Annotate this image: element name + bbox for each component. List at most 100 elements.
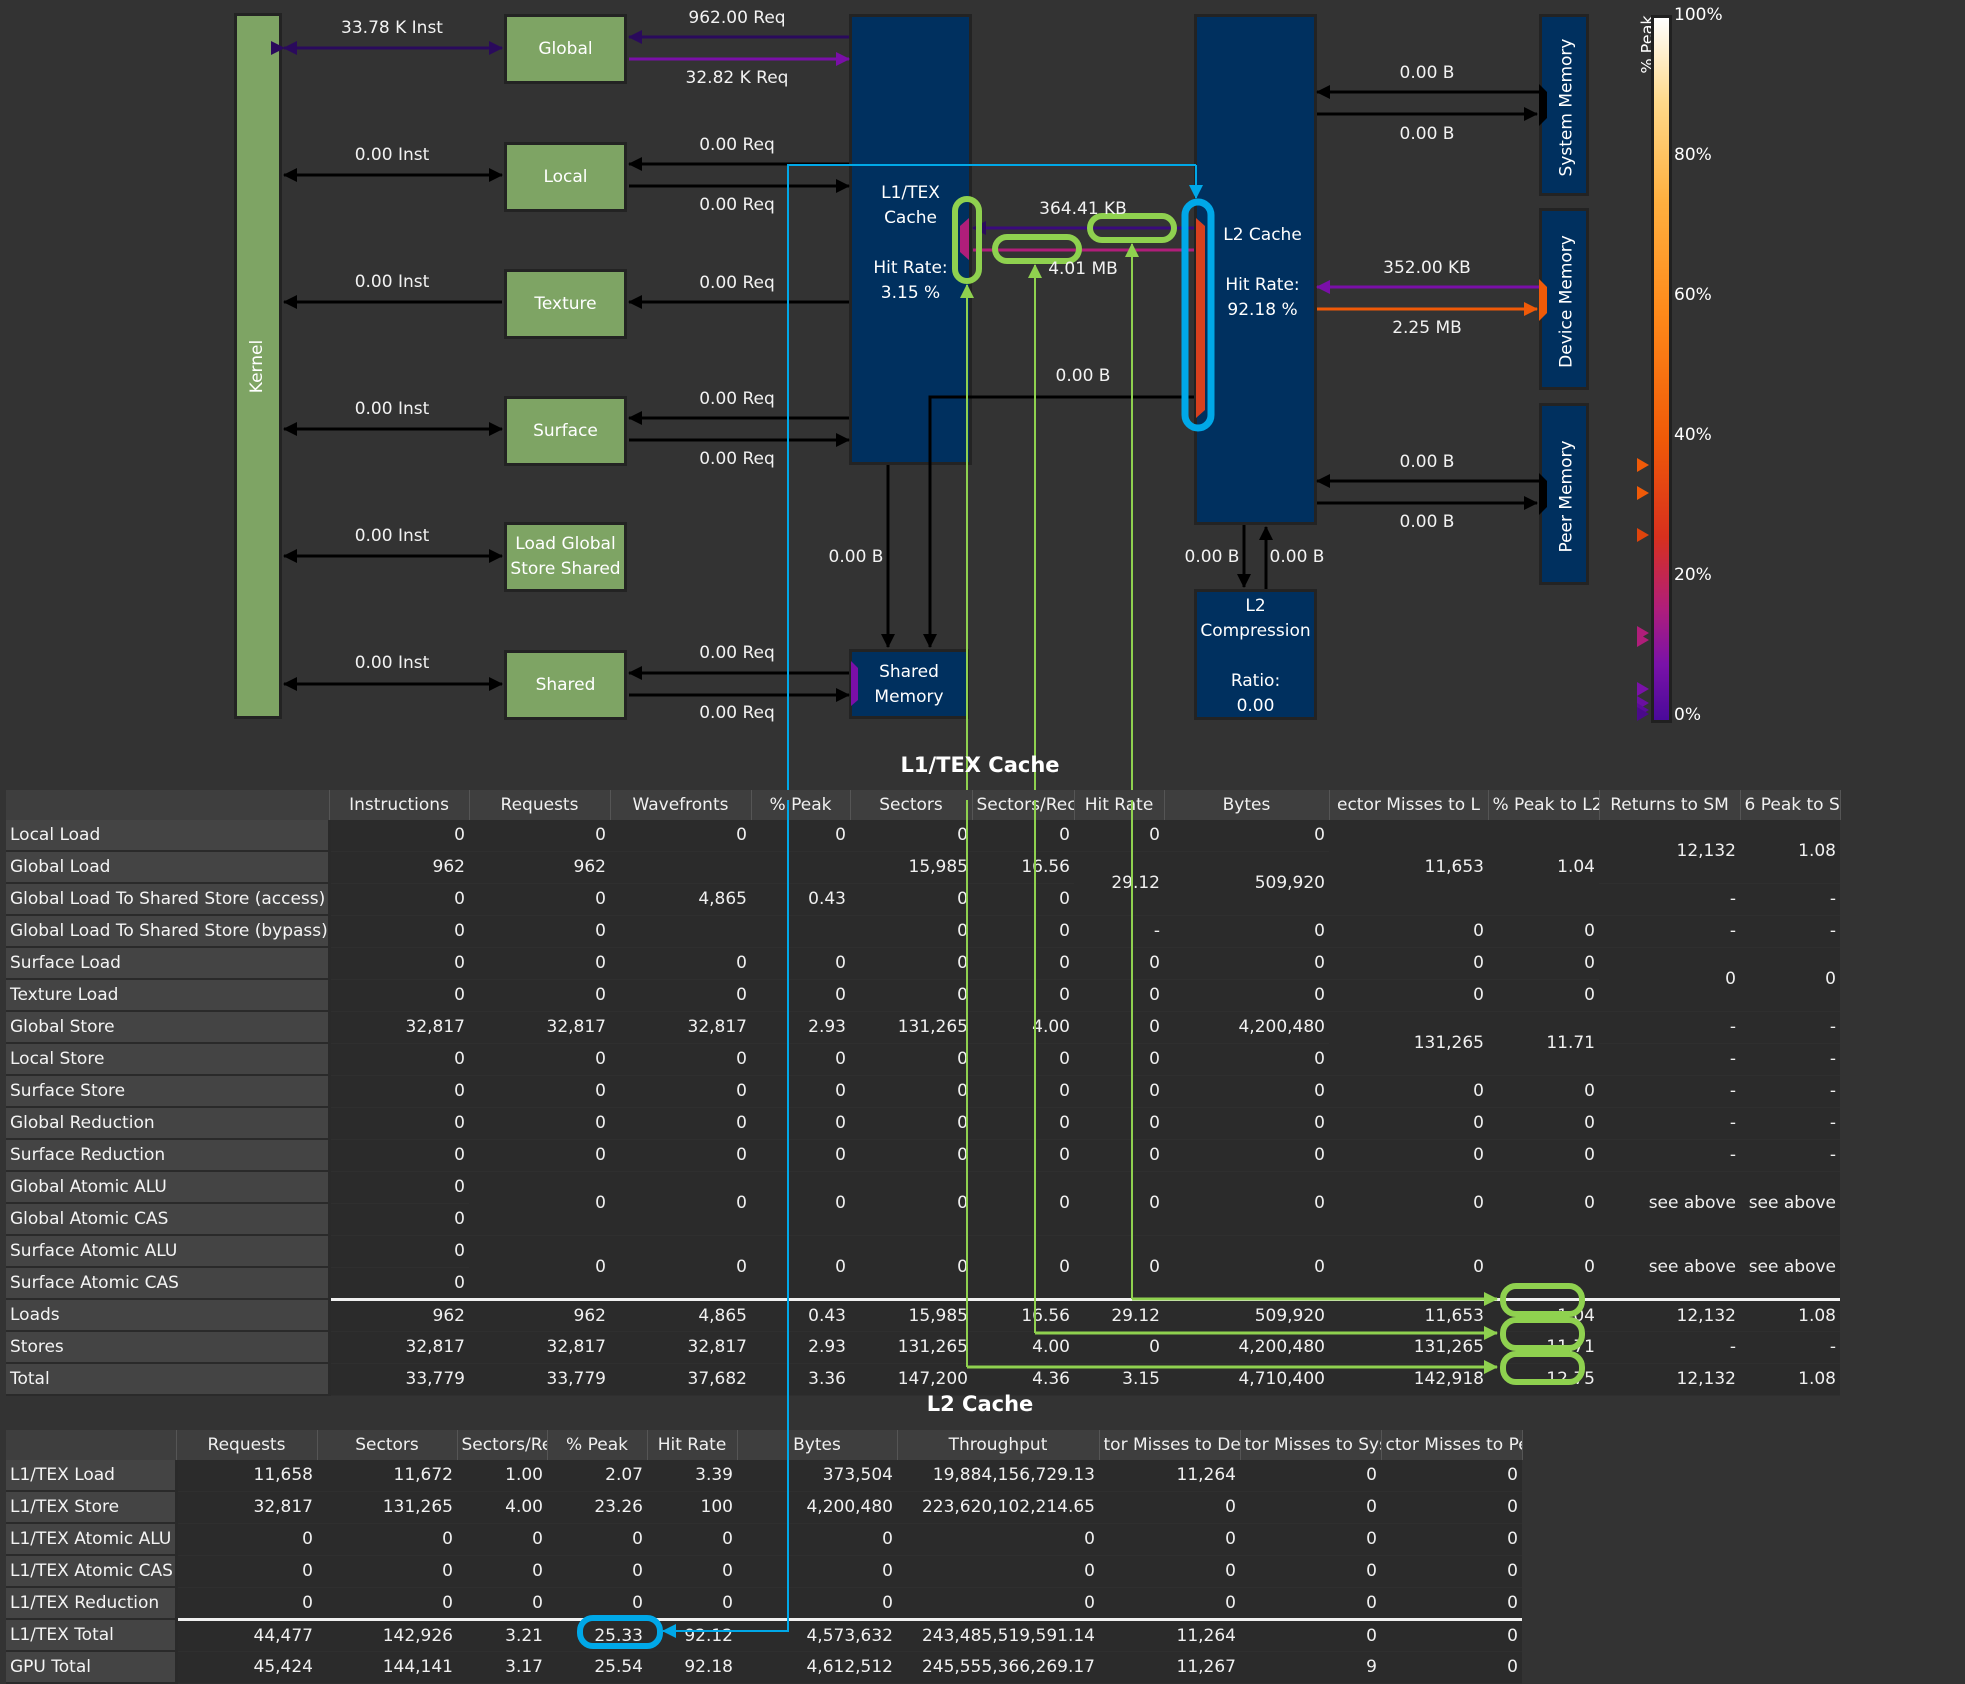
table-row[interactable]: Surface Reduction 0 0 0 0 0 0 0 0 0 0- - (6, 1139, 1840, 1172)
column-header[interactable]: Sectors (850, 790, 973, 820)
table-cell: 0 (1488, 1107, 1599, 1140)
table-row[interactable]: L1/TEX Atomic CAS 0 0 0 0 0 0 0 0 0 0 (6, 1555, 1522, 1588)
column-header[interactable]: tor Misses to Sys (1240, 1430, 1382, 1460)
column-header[interactable]: 6 Peak to SM (1740, 790, 1841, 820)
table-cell: 32,817 (329, 1011, 469, 1044)
table-cell: 1.08 (1740, 1363, 1840, 1396)
table-row[interactable]: Total 33,779 33,779 37,682 3.36 147,200 4.36 3.… (6, 1363, 1840, 1396)
table-row[interactable]: Local Load 0 0 0 0 0 0 0 0 11,653 1.04 12,132 1.08 (6, 820, 1840, 916)
table-cell: 3.39 (647, 1460, 737, 1492)
column-header[interactable]: % Peak to L2 (1488, 790, 1600, 820)
column-header[interactable]: tor Misses to Dev (1099, 1430, 1241, 1460)
table-row[interactable]: Global Store 32,817 32,817 32,817 2.93 131,26… (6, 1011, 1840, 1076)
table-cell: 0 (647, 1523, 737, 1556)
table-cell: 0 (1099, 1491, 1240, 1524)
table-cell: 1.04 (1488, 1297, 1599, 1332)
table-cell: 0 (1329, 915, 1488, 948)
table-cell (751, 915, 850, 948)
table-row[interactable]: Surface Store 0 0 0 0 0 0 0 0 0 0- - (6, 1075, 1840, 1108)
table-row[interactable]: L1/TEX Reduction 0 0 0 0 0 0 0 0 0 0 (6, 1587, 1522, 1620)
shared-req-in: 0.00 Req (699, 643, 775, 663)
table-cell: 0 (1599, 947, 1740, 1012)
row-header: Global Load To Shared Store (bypass) (6, 915, 331, 948)
column-header[interactable]: Sectors/Rec (972, 790, 1075, 820)
table-cell: 0 (1074, 1107, 1164, 1140)
table-cell: 0 (1740, 947, 1840, 1012)
table-cell: 0 (1488, 1235, 1599, 1300)
table-cell: 0 (972, 1139, 1074, 1172)
table-cell: 0 (751, 947, 850, 980)
column-header[interactable]: ector Misses to L (1329, 790, 1489, 820)
column-header[interactable]: Hit Rate (1074, 790, 1165, 820)
table-row[interactable]: L1/TEX Atomic ALU 0 0 0 0 0 0 0 0 0 0 (6, 1523, 1522, 1556)
system-memory-write: 0.00 B (1399, 124, 1455, 144)
column-header[interactable]: Sectors/Rec (457, 1430, 548, 1460)
table-cell: 0 (547, 1555, 647, 1588)
table-row[interactable]: Texture Load 0 0 0 0 0 0 0 0 0 0 (6, 979, 1840, 1012)
table-cell: - (1599, 915, 1740, 948)
table-cell: 0 (329, 1235, 469, 1268)
table-cell: 0 (1074, 1011, 1164, 1044)
column-header[interactable]: Returns to SM (1599, 790, 1741, 820)
shared-inst-label: 0.00 Inst (354, 653, 430, 673)
table-cell: 0 (329, 1267, 469, 1300)
table-cell: 0 (610, 820, 751, 852)
column-header[interactable]: Hit Rate (647, 1430, 738, 1460)
row-header: L1/TEX Load (6, 1460, 178, 1492)
table-row[interactable]: Global Reduction 0 0 0 0 0 0 0 0 0 0- - (6, 1107, 1840, 1140)
table-row[interactable]: Loads 962 962 4,865 0.43 15,985 16.56 29.12 509,… (6, 1297, 1840, 1332)
table-row[interactable]: Global Load To Shared Store (bypass) 0 0 0 0… (6, 915, 1840, 948)
table-row[interactable]: L1/TEX Total 44,477 142,926 3.21 25.33 92.12 4… (6, 1617, 1522, 1652)
table-cell: 15,985 (850, 851, 972, 884)
column-header[interactable]: ctor Misses to Pe (1381, 1430, 1523, 1460)
table-cell: 962 (469, 851, 610, 884)
column-header[interactable]: % Peak (751, 790, 851, 820)
table-cell: 0 (329, 820, 469, 852)
table-cell: 0 (610, 1043, 751, 1076)
column-header[interactable]: Sectors (317, 1430, 458, 1460)
table-row[interactable]: Surface Load 0 0 0 0 0 0 0 0 0 0 0 0 (6, 947, 1840, 1012)
table-row[interactable]: GPU Total 45,424 144,141 3.17 25.54 92.18 4,61… (6, 1651, 1522, 1684)
table-cell: 0 (329, 915, 469, 948)
column-header[interactable]: Wavefronts (610, 790, 752, 820)
table-row[interactable]: L1/TEX Load 11,658 11,672 1.00 2.07 3.39 373,5… (6, 1460, 1522, 1492)
table-cell: 0 (547, 1587, 647, 1620)
table-cell: 0 (1488, 915, 1599, 948)
table-cell: 19,884,156,729.13 (897, 1460, 1099, 1492)
table-cell: 147,200 (850, 1363, 972, 1396)
table-cell: 4.00 (972, 1331, 1074, 1364)
table-row[interactable]: Surface Atomic ALU 0 0 0 0 0 0 0 0 0 0 see above see… (6, 1235, 1840, 1300)
table-row[interactable]: Global Atomic ALU 0 0 0 0 0 0 0 0 0 0 see above see … (6, 1171, 1840, 1236)
table-cell: 0 (1164, 1043, 1329, 1076)
table-cell: 0 (1240, 1523, 1381, 1556)
table-cell: see above (1740, 1171, 1840, 1236)
row-header: Loads (6, 1299, 331, 1332)
table-cell: 0 (1099, 1523, 1240, 1556)
column-header[interactable]: Instructions (329, 790, 470, 820)
row-header: Global Atomic CAS (6, 1203, 331, 1236)
global-inst-label: 33.78 K Inst (341, 18, 443, 38)
column-header[interactable]: Throughput (897, 1430, 1100, 1460)
table-cell: 37,682 (610, 1363, 751, 1396)
table-cell: 0 (972, 915, 1074, 948)
table-cell: - (1599, 1075, 1740, 1108)
table-cell: 32,817 (610, 1011, 751, 1044)
legend-marker (1637, 706, 1649, 721)
table-cell: 3.21 (457, 1617, 547, 1652)
table-cell: 0 (647, 1587, 737, 1620)
column-header[interactable]: % Peak (547, 1430, 648, 1460)
table-cell: 0 (1240, 1617, 1381, 1652)
column-header[interactable]: Bytes (737, 1430, 898, 1460)
table-cell: 11,264 (1099, 1617, 1240, 1652)
table-row[interactable]: L1/TEX Store 32,817 131,265 4.00 23.26 100 4,2… (6, 1491, 1522, 1524)
table-cell (610, 851, 751, 884)
column-header[interactable]: Requests (469, 790, 611, 820)
table-cell: 2.07 (547, 1460, 647, 1492)
table-cell: 962 (329, 1297, 469, 1332)
table-row[interactable]: Stores 32,817 32,817 32,817 2.93 131,265 4.00 0… (6, 1331, 1840, 1364)
column-header[interactable]: Bytes (1164, 790, 1330, 820)
table-cell: 0 (751, 1075, 850, 1108)
table-cell: 4,200,480 (737, 1491, 897, 1524)
table-cell: 0 (469, 979, 610, 1012)
column-header[interactable]: Requests (176, 1430, 318, 1460)
